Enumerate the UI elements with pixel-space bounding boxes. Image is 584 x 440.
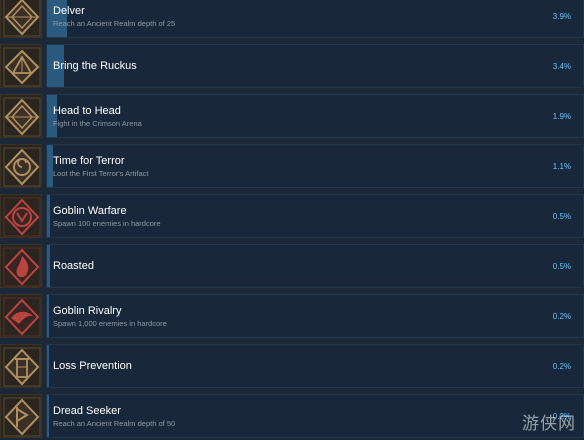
progress-fill	[47, 245, 50, 287]
achievement-title: Goblin Rivalry	[53, 305, 122, 317]
achievement-description: Reach an Ancient Realm depth of 25	[53, 19, 176, 28]
progress-bar: Loss Prevention 0.2%	[46, 344, 584, 388]
progress-bar: Goblin Warfare Spawn 100 enemies in hardc…	[46, 194, 584, 238]
achievement-row[interactable]: Delver Reach an Ancient Realm depth of 25…	[0, 0, 584, 38]
progress-fill	[47, 395, 49, 437]
achievement-title: Roasted	[53, 260, 94, 272]
achievement-row[interactable]: Dread Seeker Reach an Ancient Realm depth…	[0, 394, 584, 438]
achievement-title: Loss Prevention	[53, 360, 132, 372]
progress-fill	[47, 145, 53, 187]
unlock-percentage: 0.5%	[552, 262, 571, 271]
achievement-title: Goblin Warfare	[53, 205, 127, 217]
achievement-row[interactable]: Goblin Rivalry Spawn 1,000 enemies in har…	[0, 294, 584, 338]
unlock-percentage: 0.5%	[552, 212, 571, 221]
progress-bar: Dread Seeker Reach an Ancient Realm depth…	[46, 394, 584, 438]
progress-bar: Roasted 0.5%	[46, 244, 584, 288]
achievement-description: Spawn 100 enemies in hardcore	[53, 219, 161, 228]
achievement-title: Head to Head	[53, 105, 121, 117]
progress-bar: Bring the Ruckus 3.4%	[46, 44, 584, 88]
progress-bar: Head to Head Fight in the Crimson Arena 1.…	[46, 94, 584, 138]
unlock-percentage: 3.9%	[552, 12, 571, 21]
rune-emblem-icon	[0, 394, 42, 438]
unlock-percentage: 3.4%	[552, 62, 571, 71]
achievement-row[interactable]: Loss Prevention 0.2%	[0, 344, 584, 388]
achievement-row[interactable]: Goblin Warfare Spawn 100 enemies in hardc…	[0, 194, 584, 238]
unlock-percentage: 0.2%	[552, 312, 571, 321]
unlock-percentage: 1.9%	[552, 112, 571, 121]
progress-bar: Goblin Rivalry Spawn 1,000 enemies in har…	[46, 294, 584, 338]
unlock-percentage: 1.1%	[552, 162, 571, 171]
progress-fill	[47, 345, 49, 387]
red-bird-icon	[0, 294, 42, 338]
achievement-description: Loot the First Terror's Artifact	[53, 169, 149, 178]
watermark: 游侠网	[522, 414, 576, 434]
diamond-emblem-icon	[0, 94, 42, 138]
achievement-row[interactable]: Head to Head Fight in the Crimson Arena 1.…	[0, 94, 584, 138]
progress-bar: Delver Reach an Ancient Realm depth of 25…	[46, 0, 584, 38]
diamond-emblem-icon	[0, 0, 42, 38]
achievement-row[interactable]: Bring the Ruckus 3.4%	[0, 44, 584, 88]
tower-emblem-icon	[0, 344, 42, 388]
pyramid-emblem-icon	[0, 44, 42, 88]
achievement-description: Reach an Ancient Realm depth of 50	[53, 419, 176, 428]
achievement-title: Delver	[53, 5, 85, 17]
progress-fill	[47, 295, 49, 337]
progress-fill	[47, 195, 50, 237]
achievement-title: Time for Terror	[53, 155, 125, 167]
achievement-title: Dread Seeker	[53, 405, 121, 417]
progress-bar: Time for Terror Loot the First Terror's A…	[46, 144, 584, 188]
achievement-title: Bring the Ruckus	[53, 60, 137, 72]
achievement-row[interactable]: Time for Terror Loot the First Terror's A…	[0, 144, 584, 188]
achievement-row[interactable]: Roasted 0.5%	[0, 244, 584, 288]
red-flame-icon	[0, 244, 42, 288]
spiral-emblem-icon	[0, 144, 42, 188]
red-rune-icon	[0, 194, 42, 238]
achievement-description: Spawn 1,000 enemies in hardcore	[53, 319, 167, 328]
unlock-percentage: 0.2%	[552, 362, 571, 371]
achievement-description: Fight in the Crimson Arena	[53, 119, 142, 128]
